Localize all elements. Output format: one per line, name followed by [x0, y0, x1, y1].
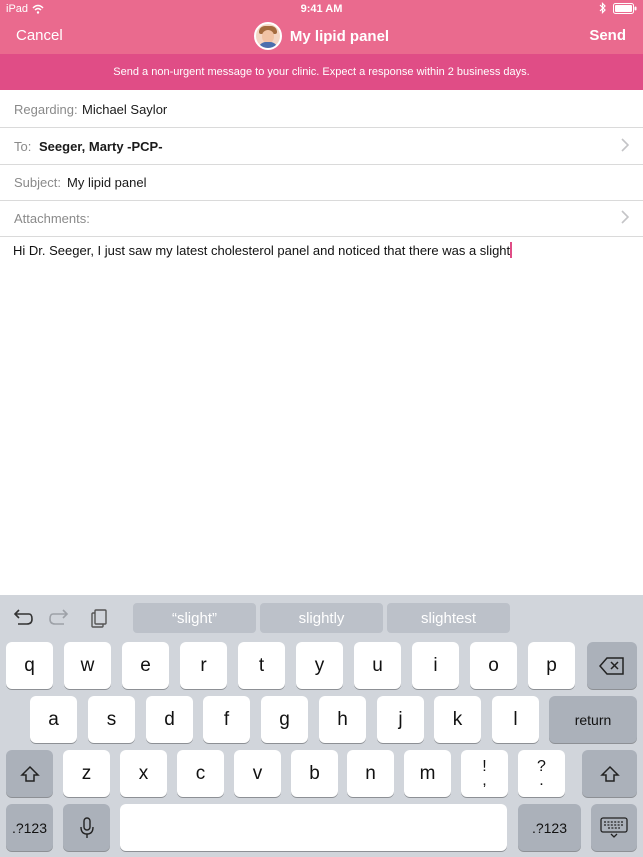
regarding-row: Regarding: Michael Saylor [0, 91, 643, 128]
key-o[interactable]: o [470, 642, 517, 689]
dictation-key[interactable] [63, 804, 110, 851]
keyboard-dismiss-icon [600, 816, 628, 838]
comma-label: , [482, 771, 487, 789]
key-g[interactable]: g [261, 696, 308, 743]
numbers-key-right[interactable]: .?123 [518, 804, 581, 851]
key-l[interactable]: l [492, 696, 539, 743]
key-z[interactable]: z [63, 750, 110, 797]
key-r[interactable]: r [180, 642, 227, 689]
key-t[interactable]: t [238, 642, 285, 689]
key-s[interactable]: s [88, 696, 135, 743]
status-time: 9:41 AM [300, 3, 343, 15]
recipient-value: Seeger, Marty -PCP- [39, 139, 163, 154]
shift-icon [599, 765, 620, 782]
backspace-icon [599, 656, 624, 675]
prediction-2[interactable]: slightly [260, 603, 383, 633]
prediction-1[interactable]: “slight” [133, 603, 256, 633]
chevron-right-icon [621, 210, 629, 224]
battery-icon [613, 2, 637, 14]
status-bar: iPad 9:41 AM [0, 0, 643, 18]
key-e[interactable]: e [122, 642, 169, 689]
key-v[interactable]: v [234, 750, 281, 797]
navigation-bar: Cancel My lipid panel Send [0, 18, 643, 54]
prediction-3[interactable]: slightest [387, 603, 510, 633]
regarding-value: Michael Saylor [82, 102, 168, 117]
chevron-right-icon [621, 138, 629, 152]
info-banner: Send a non-urgent message to your clinic… [0, 54, 643, 90]
attachments-row[interactable]: Attachments: [0, 200, 643, 237]
undo-icon[interactable] [10, 609, 34, 629]
message-body-field[interactable]: Hi Dr. Seeger, I just saw my latest chol… [13, 242, 513, 258]
message-body-text: Hi Dr. Seeger, I just saw my latest chol… [13, 243, 511, 258]
key-k[interactable]: k [434, 696, 481, 743]
key-c[interactable]: c [177, 750, 224, 797]
key-f[interactable]: f [203, 696, 250, 743]
key-d[interactable]: d [146, 696, 193, 743]
space-key[interactable] [120, 804, 507, 851]
key-i[interactable]: i [412, 642, 459, 689]
redo-icon[interactable] [48, 609, 72, 629]
keyboard: “slight” slightly slightest q w e r t y … [0, 595, 643, 857]
shift-key-right[interactable] [582, 750, 637, 797]
text-cursor [510, 242, 513, 258]
microphone-icon [79, 816, 94, 838]
regarding-label: Regarding: [14, 102, 78, 117]
key-n[interactable]: n [347, 750, 394, 797]
key-j[interactable]: j [377, 696, 424, 743]
paste-icon[interactable] [86, 609, 110, 629]
key-b[interactable]: b [291, 750, 338, 797]
page-title: My lipid panel [289, 27, 390, 45]
subject-row[interactable]: Subject: My lipid panel [0, 164, 643, 201]
key-p[interactable]: p [528, 642, 575, 689]
hide-keyboard-key[interactable] [591, 804, 637, 851]
shift-icon [19, 765, 40, 782]
subject-field[interactable]: My lipid panel [67, 175, 147, 190]
keyboard-toolbar: “slight” slightly slightest [0, 595, 643, 639]
shift-key-left[interactable] [6, 750, 53, 797]
return-key[interactable]: return [549, 696, 637, 743]
avatar [253, 22, 282, 50]
numbers-key-left[interactable]: .?123 [6, 804, 53, 851]
period-label: . [539, 771, 544, 789]
key-w[interactable]: w [64, 642, 111, 689]
key-y[interactable]: y [296, 642, 343, 689]
attachments-label: Attachments: [14, 211, 90, 226]
recipient-row[interactable]: To: Seeger, Marty -PCP- [0, 128, 643, 165]
bluetooth-icon [599, 2, 606, 14]
key-a[interactable]: a [30, 696, 77, 743]
key-exclaim-comma[interactable]: ! , [461, 750, 508, 797]
to-label: To: [14, 139, 32, 154]
key-m[interactable]: m [404, 750, 451, 797]
key-x[interactable]: x [120, 750, 167, 797]
key-q[interactable]: q [6, 642, 53, 689]
key-question-period[interactable]: ? . [518, 750, 565, 797]
delete-key[interactable] [587, 642, 637, 689]
send-button[interactable]: Send [589, 27, 626, 44]
subject-label: Subject: [14, 175, 61, 190]
key-u[interactable]: u [354, 642, 401, 689]
key-h[interactable]: h [319, 696, 366, 743]
